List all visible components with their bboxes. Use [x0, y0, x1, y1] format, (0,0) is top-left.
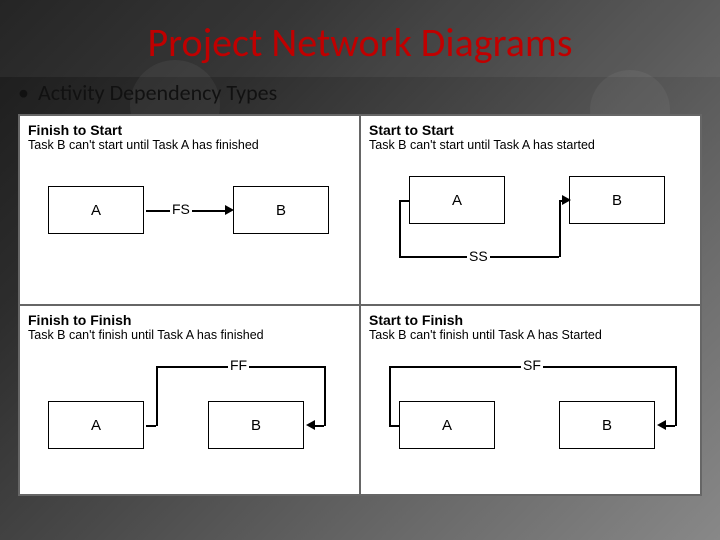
connector-line [399, 200, 401, 256]
task-box-b: B [233, 186, 329, 234]
cell-finish-to-start: Finish to Start Task B can't start until… [19, 115, 360, 305]
arrow-left-icon [657, 420, 666, 430]
dependency-label: FF [228, 357, 249, 373]
task-box-a: A [48, 186, 144, 234]
cell-start-to-start: Start to Start Task B can't start until … [360, 115, 701, 305]
connector-line [559, 200, 561, 257]
task-box-a: A [48, 401, 144, 449]
task-box-b: B [559, 401, 655, 449]
cell-title: Finish to Finish [28, 312, 351, 328]
connector-line [675, 366, 677, 426]
arrow-left-icon [306, 420, 315, 430]
diagram-ff: A B FF [28, 346, 351, 476]
cell-subtitle: Task B can't finish until Task A has Sta… [369, 328, 692, 342]
connector-line [389, 425, 399, 427]
arrow-right-icon [562, 195, 571, 205]
connector-line [146, 425, 156, 427]
task-box-a: A [399, 401, 495, 449]
cell-finish-to-finish: Finish to Finish Task B can't finish unt… [19, 305, 360, 495]
connector-line [665, 425, 675, 427]
connector-line [314, 425, 324, 427]
connector-line [156, 366, 158, 426]
task-box-b: B [208, 401, 304, 449]
dependency-label: SF [521, 357, 543, 373]
cell-title: Start to Finish [369, 312, 692, 328]
connector-line [399, 200, 409, 202]
cell-subtitle: Task B can't start until Task A has star… [369, 138, 692, 152]
diagram-ss: A B SS [369, 156, 692, 286]
cell-title: Start to Start [369, 122, 692, 138]
dependency-label: FS [170, 201, 192, 217]
task-box-a: A [409, 176, 505, 224]
diagram-fs: A B FS [28, 156, 351, 286]
slide-title: Project Network Diagrams [0, 0, 720, 77]
arrow-right-icon [225, 205, 234, 215]
connector-line [389, 366, 391, 426]
diagram-panel: Finish to Start Task B can't start until… [18, 114, 702, 496]
task-box-b: B [569, 176, 665, 224]
bullet-item: Activity Dependency Types [0, 77, 720, 114]
diagram-sf: A B SF [369, 346, 692, 476]
connector-line [324, 366, 326, 426]
cell-start-to-finish: Start to Finish Task B can't finish unti… [360, 305, 701, 495]
cell-subtitle: Task B can't finish until Task A has fin… [28, 328, 351, 342]
dependency-label: SS [467, 248, 490, 264]
cell-title: Finish to Start [28, 122, 351, 138]
slide: Project Network Diagrams Activity Depend… [0, 0, 720, 540]
cell-subtitle: Task B can't start until Task A has fini… [28, 138, 351, 152]
